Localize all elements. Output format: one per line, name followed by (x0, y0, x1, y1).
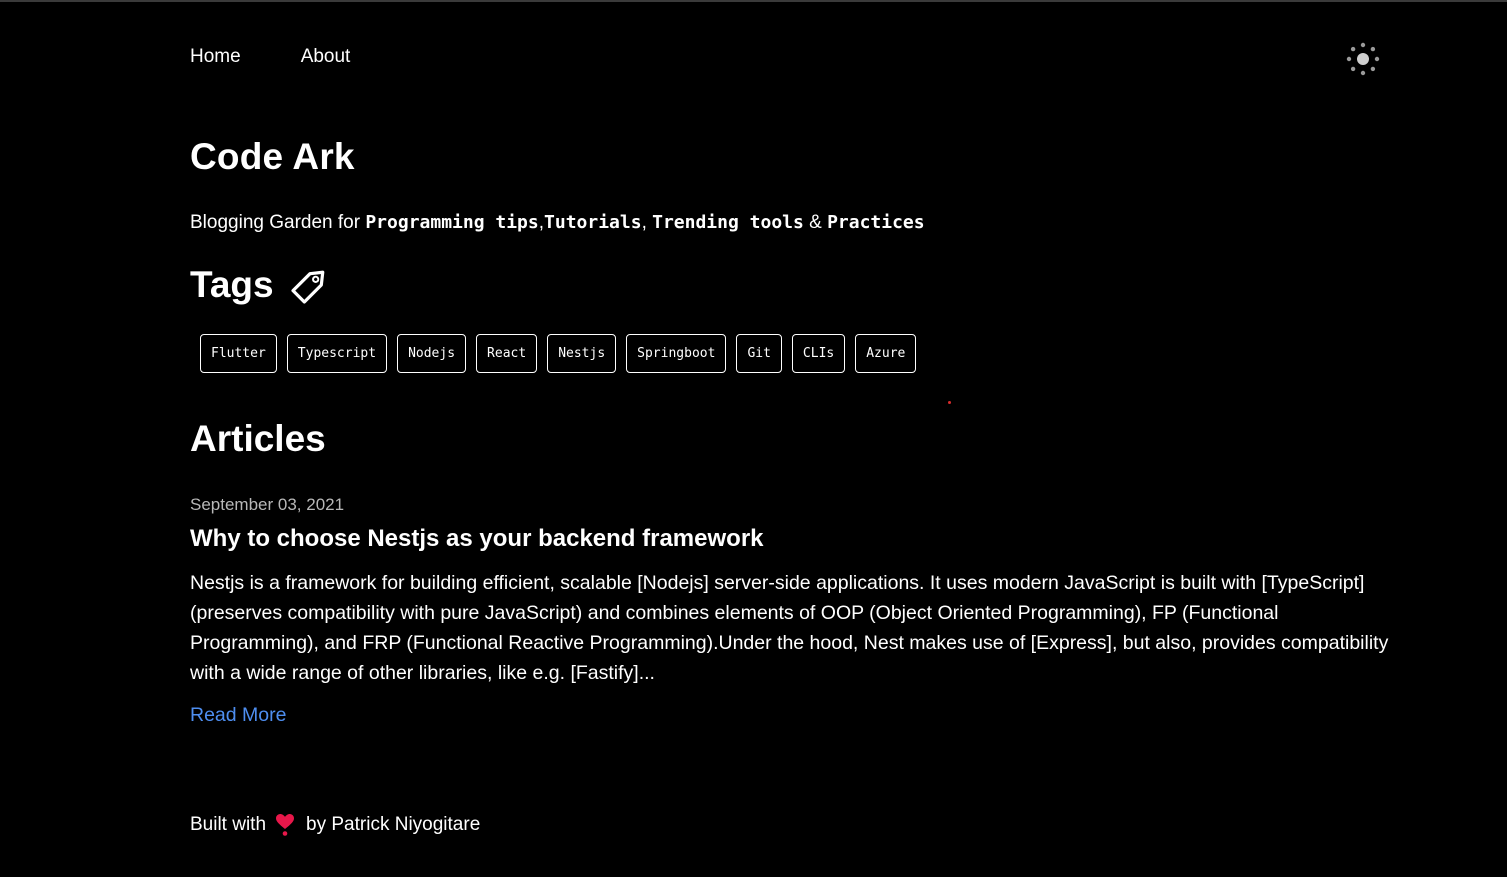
sun-icon (1346, 42, 1380, 76)
article-title-link[interactable]: Why to choose Nestjs as your backend fra… (190, 525, 764, 553)
tagline-prefix: Blogging Garden for (190, 212, 366, 233)
theme-toggle-button[interactable] (1344, 40, 1382, 78)
tag-flutter[interactable]: Flutter (200, 334, 277, 373)
tagline-code-tutorials: Tutorials (544, 212, 642, 233)
site-footer: Built with by Patrick Niyogitare (190, 814, 480, 836)
tag-typescript[interactable]: Typescript (286, 334, 388, 373)
article-excerpt: Nestjs is a framework for building effic… (190, 572, 1389, 684)
nav-home-link[interactable]: Home (190, 46, 241, 68)
read-more-link[interactable]: Read More (190, 704, 286, 727)
tags-heading-label: Tags (190, 264, 274, 305)
heart-icon (276, 814, 295, 836)
footer-prefix: Built with (190, 814, 267, 835)
article-date: September 03, 2021 (190, 495, 345, 514)
tags-heading: Tags (190, 264, 332, 306)
nav-about-link[interactable]: About (301, 46, 351, 68)
tag-react[interactable]: React (476, 334, 538, 373)
tagline-code-trending-tools: Trending tools (652, 212, 804, 233)
tag-nodejs[interactable]: Nodejs (397, 334, 467, 373)
tag-azure[interactable]: Azure (855, 334, 917, 373)
tag-list: Flutter Typescript Nodejs React Nestjs S… (200, 334, 917, 373)
tagline-separator: & (803, 212, 828, 233)
main-nav: Home About (190, 46, 350, 68)
tag-nestjs[interactable]: Nestjs (547, 334, 617, 373)
tagline-separator: , (641, 212, 653, 233)
tag-clis[interactable]: CLIs (791, 334, 846, 373)
tagline-code-programming-tips: Programming tips (365, 212, 539, 233)
tag-git[interactable]: Git (736, 334, 782, 373)
window-top-border (0, 0, 1507, 2)
tag-icon (291, 270, 324, 304)
tagline-code-practices: Practices (827, 212, 925, 233)
site-tagline: Blogging Garden for Programming tips,Tut… (190, 212, 925, 234)
red-dot-artifact (948, 401, 951, 404)
tag-springboot[interactable]: Springboot (626, 334, 727, 373)
site-title: Code Ark (190, 136, 355, 177)
footer-suffix: by Patrick Niyogitare (306, 814, 481, 835)
articles-heading: Articles (190, 418, 326, 459)
